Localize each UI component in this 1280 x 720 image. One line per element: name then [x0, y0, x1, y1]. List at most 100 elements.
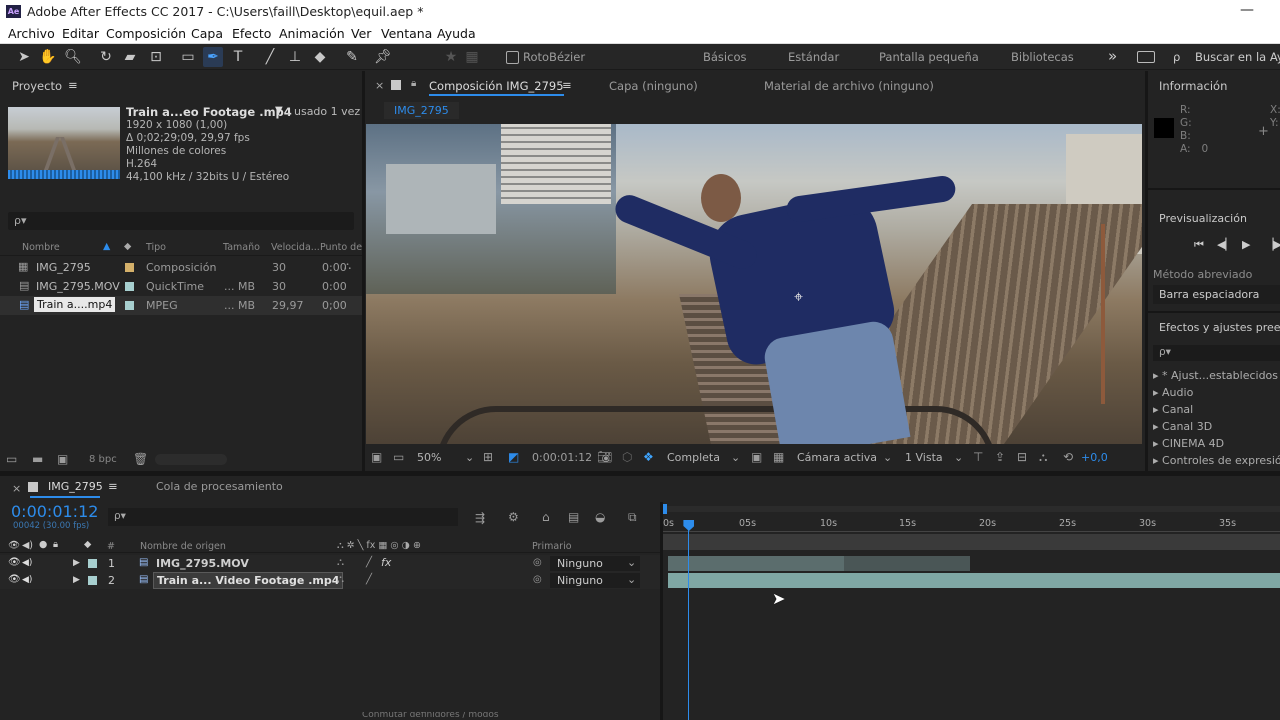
effects-category[interactable]: ▸ Controles de expresión: [1153, 452, 1280, 469]
safe-margins-icon[interactable]: ⊞: [483, 450, 493, 464]
tab-timeline[interactable]: IMG_2795: [48, 480, 103, 493]
clone-stamp-tool-icon[interactable]: ⊥: [285, 47, 305, 67]
layer-bar[interactable]: [668, 556, 844, 571]
timeline-icon[interactable]: ⊟: [1017, 450, 1027, 464]
speaker-icon[interactable]: ◀): [22, 573, 32, 587]
speaker-icon[interactable]: ◀): [22, 556, 32, 570]
work-area-start[interactable]: [663, 504, 667, 514]
interpret-footage-icon[interactable]: ▭: [6, 452, 17, 466]
effect-switch[interactable]: fx: [381, 556, 391, 569]
effects-category[interactable]: ▸ Audio: [1153, 384, 1280, 401]
search-help-icon[interactable]: ρ: [1173, 50, 1180, 64]
menu-efecto[interactable]: Efecto: [232, 26, 271, 41]
workspace-pantalla-pequena[interactable]: Pantalla pequeña: [879, 50, 979, 64]
shy-layers-icon[interactable]: ⌂: [542, 510, 550, 524]
workspace-basicos[interactable]: Básicos: [703, 50, 746, 64]
effects-title[interactable]: Efectos y ajustes preest: [1159, 321, 1280, 334]
search-help-input[interactable]: Buscar en la Ayu: [1195, 50, 1280, 64]
resolution-dropdown[interactable]: Completa: [667, 451, 720, 464]
composition-viewer[interactable]: ⌖: [366, 124, 1142, 444]
zoom-tool-icon[interactable]: 🔍︎: [63, 47, 83, 67]
number-header[interactable]: #: [107, 541, 115, 552]
expand-arrow-icon[interactable]: ▶: [73, 573, 80, 587]
pickwhip-icon[interactable]: ◎: [533, 556, 542, 570]
exposure-value[interactable]: +0,0: [1081, 451, 1108, 464]
project-scrollbar[interactable]: [155, 454, 227, 465]
label-header-icon[interactable]: ◆: [84, 539, 91, 550]
layer-row-selected[interactable]: 👁︎ ◀) ▶ 2 ▤ Train a... Video Footage .mp…: [0, 572, 660, 589]
motion-blur-icon[interactable]: ◒: [595, 510, 605, 524]
roto-brush-tool-icon[interactable]: ✎: [342, 47, 362, 67]
shy-switch-icon[interactable]: ⛬: [337, 556, 344, 570]
eye-icon[interactable]: 👁︎: [8, 556, 21, 570]
workspace-sync-icon[interactable]: [1137, 51, 1155, 63]
pan-behind-tool-icon[interactable]: ⊡: [146, 47, 166, 67]
timeline-navigator[interactable]: [663, 534, 1280, 550]
display-icon[interactable]: ▭: [393, 450, 404, 464]
mask-visibility-icon[interactable]: ◩: [508, 450, 519, 464]
padlock-icon[interactable]: 🔒︎: [411, 78, 416, 89]
menu-editar[interactable]: Editar: [62, 26, 99, 41]
layer-name[interactable]: IMG_2795.MOV: [156, 557, 249, 570]
project-item-row[interactable]: ▦ IMG_2795 Composición 30 0:00 ⛬: [0, 258, 362, 277]
col-type[interactable]: Tipo: [146, 242, 166, 253]
trash-icon[interactable]: 🗑︎: [133, 452, 148, 466]
col-size[interactable]: Tamaño: [223, 242, 260, 253]
next-frame-icon[interactable]: ▕▶: [1265, 238, 1280, 251]
work-area-bar[interactable]: [663, 506, 1280, 512]
region-of-interest-icon[interactable]: ▣: [751, 450, 762, 464]
eye-icon[interactable]: 👁︎: [8, 573, 21, 587]
tab-menu-icon[interactable]: ≡: [108, 479, 118, 493]
menu-archivo[interactable]: Archivo: [8, 26, 55, 41]
layer-bar[interactable]: [668, 573, 1280, 588]
minimize-button[interactable]: —: [1240, 2, 1254, 18]
project-search-input[interactable]: ρ▾: [8, 212, 354, 230]
col-source-name[interactable]: Nombre de origen: [140, 541, 226, 552]
comp-mini-flowchart-icon[interactable]: ⇶: [475, 511, 485, 525]
info-title[interactable]: Información: [1159, 79, 1227, 93]
parent-dropdown[interactable]: Ninguno ⌄: [550, 556, 640, 571]
label-color-swatch[interactable]: [88, 559, 97, 568]
quality-switch-icon[interactable]: ╱: [366, 556, 372, 570]
col-parent[interactable]: Primario: [532, 541, 572, 552]
effects-category[interactable]: ▸ CINEMA 4D: [1153, 435, 1280, 452]
tab-render-queue[interactable]: Cola de procesamiento: [156, 480, 283, 493]
bit-depth[interactable]: 8 bpc: [89, 454, 117, 465]
label-color-swatch[interactable]: [125, 301, 134, 310]
anchor-point-icon[interactable]: ⌖: [794, 287, 803, 307]
flowchart-icon[interactable]: ⛬: [344, 260, 351, 274]
quality-switch-icon[interactable]: ╱: [366, 573, 372, 587]
camera-dropdown-icon[interactable]: ⌄: [883, 451, 892, 464]
toggle-switches-modes[interactable]: Conmutar definidores / modos: [362, 712, 499, 720]
reset-exposure-icon[interactable]: ⟲: [1063, 450, 1073, 464]
project-menu-icon[interactable]: ≡: [68, 78, 78, 92]
project-item-row[interactable]: ▤ IMG_2795.MOV QuickTime ... MB 30 0:00: [0, 277, 362, 296]
playhead[interactable]: [683, 520, 695, 720]
menu-ayuda[interactable]: Ayuda: [437, 26, 476, 41]
label-tag-icon[interactable]: ◆: [124, 241, 131, 252]
expand-arrow-icon[interactable]: ▶: [73, 556, 80, 570]
pickwhip-icon[interactable]: ◎: [533, 573, 542, 587]
menu-composicion[interactable]: Composición: [106, 26, 186, 41]
tab-footage[interactable]: Material de archivo (ninguno): [764, 79, 934, 93]
views-dropdown-icon[interactable]: ⌄: [954, 451, 963, 464]
col-name[interactable]: Nombre: [22, 242, 60, 253]
shortcut-dropdown[interactable]: Barra espaciadora: [1153, 285, 1280, 304]
selection-tool-icon[interactable]: ➤: [14, 47, 34, 67]
preview-title[interactable]: Previsualización: [1159, 212, 1247, 225]
rotate-tool-icon[interactable]: ↻: [96, 47, 116, 67]
tab-menu-icon[interactable]: ≡: [562, 78, 572, 92]
prev-frame-icon[interactable]: ◀▏: [1217, 238, 1234, 251]
brush-tool-icon[interactable]: ╱: [260, 47, 280, 67]
pen-tool-icon[interactable]: ✒: [203, 47, 223, 67]
label-color-swatch[interactable]: [88, 576, 97, 585]
close-tab-icon[interactable]: ×: [375, 79, 384, 92]
zoom-dropdown[interactable]: 50%: [417, 451, 441, 464]
new-composition-icon[interactable]: ▣: [57, 452, 68, 466]
eraser-tool-icon[interactable]: ◆: [310, 47, 330, 67]
tab-composition[interactable]: Composición IMG_2795: [429, 79, 564, 96]
menu-capa[interactable]: Capa: [191, 26, 223, 41]
rectangle-tool-icon[interactable]: ▭: [178, 47, 198, 67]
always-preview-icon[interactable]: ▣: [371, 450, 382, 464]
toggle-pixel-aspect-icon[interactable]: ⊤: [973, 450, 983, 464]
